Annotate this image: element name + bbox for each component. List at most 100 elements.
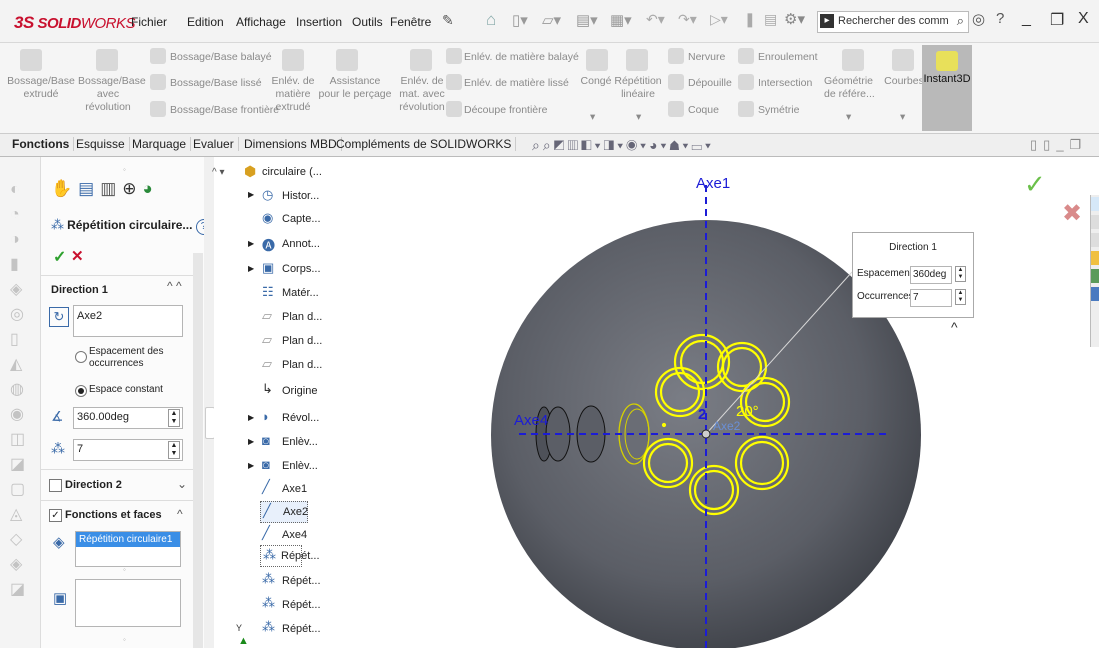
tree-item-repeat-2[interactable]: Répét... bbox=[282, 575, 321, 587]
pm-scrollbar[interactable] bbox=[193, 253, 203, 648]
callout-occurrences-spinner[interactable]: ▲ ▼ bbox=[955, 289, 966, 305]
tree-item-repeat-3[interactable]: Répét... bbox=[282, 599, 321, 611]
tab-esquisse[interactable]: Esquisse bbox=[72, 137, 130, 151]
new-doc-icon[interactable]: ▯▾ bbox=[512, 11, 528, 29]
tab-marquage[interactable]: Marquage bbox=[128, 137, 192, 151]
reverse-direction-icon[interactable]: ↻ bbox=[49, 307, 69, 327]
count-spinner[interactable]: ▲ ▼ bbox=[168, 441, 180, 459]
tree-item-history[interactable]: Histor... bbox=[282, 190, 319, 202]
redo-icon[interactable]: ↷▾ bbox=[678, 11, 697, 28]
task-pane-explorer-icon[interactable] bbox=[1091, 251, 1099, 265]
tree-item-repeat-1-box[interactable]: ⁂ Répét... bbox=[260, 545, 320, 567]
callout-collapse-icon[interactable]: ^ bbox=[951, 319, 958, 335]
enroulement-button[interactable]: Enroulement bbox=[758, 51, 818, 63]
bossage-frontiere-button[interactable]: Bossage/Base frontière bbox=[170, 104, 279, 116]
enlev-revol-button[interactable]: Enlév. de mat. avec révolution bbox=[394, 75, 450, 114]
axis-origin-point[interactable] bbox=[701, 429, 711, 439]
config-manager-tab-icon[interactable]: ▥ bbox=[100, 179, 122, 198]
tab-dimensions-mbd[interactable]: Dimensions MBD bbox=[240, 137, 342, 151]
axis-selection-field[interactable]: Axe2 bbox=[73, 305, 183, 337]
menu-fenetre[interactable]: Fenêtre bbox=[390, 15, 431, 29]
instant3d-button[interactable]: Instant3D bbox=[922, 45, 972, 131]
task-pane-palette-icon[interactable] bbox=[1091, 269, 1099, 283]
bossage-lisse-button[interactable]: Bossage/Base lissé bbox=[170, 77, 262, 89]
tree-collapse-icon[interactable]: ^ ▾ bbox=[212, 167, 225, 178]
open-icon[interactable]: ▱▾ bbox=[542, 11, 561, 29]
tree-item-annotations[interactable]: Annot... bbox=[282, 238, 320, 250]
panel-splitter[interactable] bbox=[204, 157, 215, 648]
select-icon[interactable]: ▷▾ bbox=[710, 11, 728, 28]
axe4-label[interactable]: Axe4 bbox=[514, 412, 548, 429]
tree-root-part[interactable]: circulaire (... bbox=[262, 166, 322, 178]
pin-icon[interactable]: ✎ bbox=[442, 12, 454, 29]
axe1-label[interactable]: Axe1 bbox=[696, 175, 730, 192]
bossage-balaye-button[interactable]: Bossage/Base balayé bbox=[170, 51, 272, 63]
view-settings-icon[interactable]: ▭▾ bbox=[691, 137, 714, 153]
appearance-icon[interactable]: ◕▾ bbox=[649, 137, 669, 153]
feature-manager-tab-icon[interactable]: ✋ bbox=[51, 179, 78, 198]
vp-minimize-icon[interactable]: _ bbox=[1056, 137, 1069, 152]
expand-arrow-icon[interactable]: ▶ bbox=[248, 239, 254, 248]
angle-spinner[interactable]: ▲ ▼ bbox=[168, 409, 180, 427]
list-grip-icon[interactable]: ◦ bbox=[123, 635, 126, 644]
pattern-dropdown-icon[interactable]: ▾ bbox=[636, 111, 641, 124]
callout-espacement-spinner[interactable]: ▲ ▼ bbox=[955, 266, 966, 282]
callout-occurrences-input[interactable]: 7 bbox=[910, 289, 952, 307]
menu-affichage[interactable]: Affichage bbox=[236, 15, 286, 29]
view-orientation-icon[interactable]: ◧▾ bbox=[581, 137, 604, 153]
conge-dropdown-icon[interactable]: ▾ bbox=[590, 111, 595, 124]
cancel-x-icon[interactable]: ✕ bbox=[71, 247, 84, 265]
radio-espacement[interactable] bbox=[75, 351, 87, 363]
section-view-icon[interactable]: ▥ bbox=[567, 137, 581, 153]
nervure-button[interactable]: Nervure bbox=[688, 51, 725, 63]
direction1-header[interactable]: Direction 1 bbox=[51, 284, 108, 296]
menu-edition[interactable]: Edition bbox=[187, 15, 224, 29]
pm-grip-icon[interactable]: ◦ bbox=[123, 165, 126, 174]
zoom-area-icon[interactable]: ⌕ bbox=[543, 137, 554, 153]
file-props-icon[interactable]: ▤ bbox=[764, 11, 777, 28]
tree-item-bodies[interactable]: Corps... bbox=[282, 263, 321, 275]
faces-list[interactable] bbox=[75, 579, 181, 627]
graphics-viewport[interactable]: Axe1 Axe4 Axe2 2 20° Direction 1 Espacem… bbox=[474, 157, 1099, 648]
tree-item-sensors[interactable]: Capte... bbox=[282, 213, 321, 225]
selected-feature[interactable]: Répétition circulaire1 bbox=[76, 532, 180, 547]
bossage-extrude-button[interactable]: Bossage/Base extrudé bbox=[2, 75, 80, 101]
depouille-button[interactable]: Dépouille bbox=[688, 77, 732, 89]
dimxpert-tab-icon[interactable]: ⊕ bbox=[122, 179, 142, 198]
symetrie-button[interactable]: Symétrie bbox=[758, 104, 799, 116]
geometrie-reference-button[interactable]: Géométrie de référe... bbox=[824, 75, 884, 101]
expand-arrow-icon[interactable]: ▶ bbox=[248, 190, 254, 199]
task-pane-library-icon[interactable] bbox=[1091, 233, 1099, 247]
menu-insertion[interactable]: Insertion bbox=[296, 15, 342, 29]
save-icon[interactable]: ▤▾ bbox=[576, 11, 598, 29]
property-manager-tab-icon[interactable]: ▤ bbox=[78, 179, 100, 198]
previous-view-icon[interactable]: ◩ bbox=[554, 137, 568, 153]
tile-icon[interactable]: ▯ bbox=[1030, 137, 1043, 152]
undo-icon[interactable]: ↶▾ bbox=[646, 11, 665, 28]
close-button[interactable]: X bbox=[1078, 10, 1089, 28]
search-icon[interactable]: ⌕ bbox=[957, 13, 964, 29]
tree-item-plane-2[interactable]: Plan d... bbox=[282, 335, 322, 347]
home-icon[interactable]: ⌂ bbox=[486, 10, 496, 30]
geometry-dropdown-icon[interactable]: ▾ bbox=[846, 111, 851, 124]
direction2-checkbox[interactable] bbox=[49, 479, 62, 492]
split-icon[interactable]: ▯ bbox=[1043, 137, 1056, 152]
tab-fonctions[interactable]: Fonctions bbox=[8, 137, 75, 151]
axe2-label[interactable]: Axe2 bbox=[713, 419, 740, 433]
tree-item-cut-1[interactable]: Enlèv... bbox=[282, 436, 318, 448]
task-pane-resources-icon[interactable] bbox=[1091, 215, 1099, 229]
search-mode-icon[interactable]: ▸ bbox=[820, 14, 834, 28]
expand-arrow-icon[interactable]: ▶ bbox=[248, 413, 254, 422]
print-icon[interactable]: ▦▾ bbox=[610, 11, 632, 29]
assistance-percage-button[interactable]: Assistance pour le perçage bbox=[318, 75, 392, 101]
angle-input[interactable]: 360.00deg ▲ ▼ bbox=[73, 407, 183, 429]
collapse-chevron-icon[interactable]: ^ bbox=[177, 507, 183, 521]
scene-icon[interactable]: ☗▾ bbox=[669, 137, 691, 153]
tree-item-plane-1[interactable]: Plan d... bbox=[282, 311, 322, 323]
confirm-check-icon[interactable]: ✓ bbox=[1024, 169, 1046, 200]
features-list[interactable]: Répétition circulaire1 bbox=[75, 531, 181, 567]
tree-item-axe1[interactable]: Axe1 bbox=[282, 483, 307, 495]
search-input[interactable]: Rechercher des comm bbox=[838, 15, 949, 27]
decoupe-frontiere-button[interactable]: Découpe frontière bbox=[464, 104, 547, 116]
expand-arrow-icon[interactable]: ▶ bbox=[248, 437, 254, 446]
